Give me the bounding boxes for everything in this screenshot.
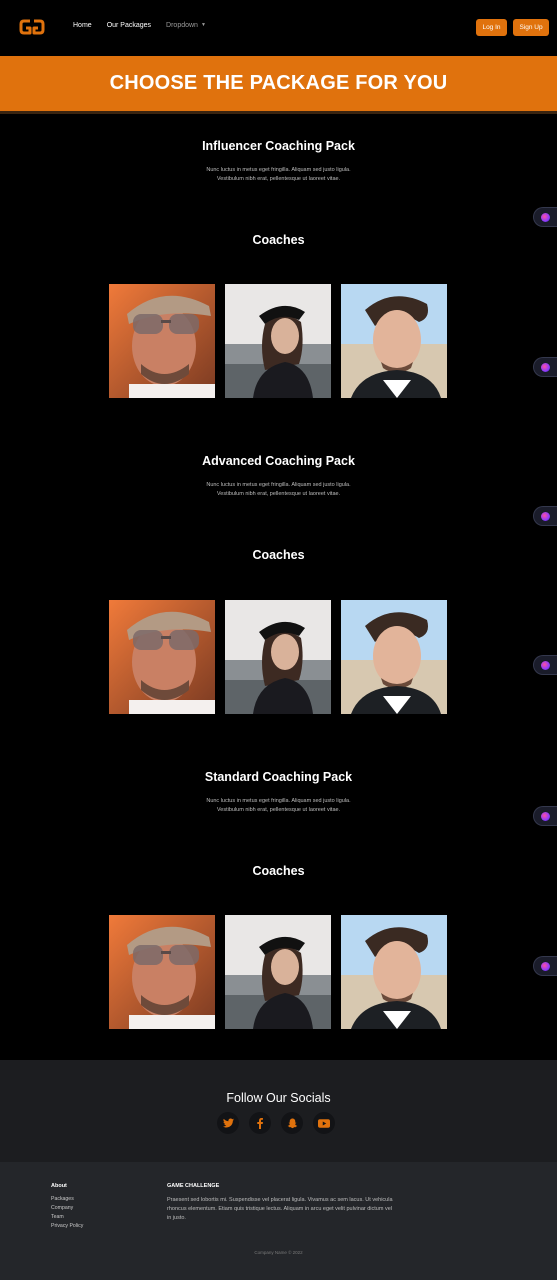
nav-links: Home Our Packages Dropdown ▼ (73, 22, 221, 29)
youtube-icon[interactable] (313, 1112, 335, 1134)
twitter-icon[interactable] (217, 1112, 239, 1134)
socials-section: Follow Our Socials (0, 1060, 557, 1162)
footer: About Packages Company Team Privacy Poli… (0, 1162, 557, 1280)
coach-photo-2 (225, 915, 331, 1029)
coach-photo-2 (225, 600, 331, 714)
footer-about-heading: About (51, 1183, 67, 1189)
navbar: Home Our Packages Dropdown ▼ Log In Sign … (0, 0, 557, 56)
chat-orb-icon (541, 660, 550, 670)
pack-section: Standard Coaching Pack Nunc luctus in me… (0, 770, 557, 815)
chat-widget-button[interactable] (533, 655, 557, 675)
coach-photo-1 (109, 600, 215, 714)
chat-orb-icon (541, 811, 550, 821)
facebook-icon[interactable] (249, 1112, 271, 1134)
pack-title: Standard Coaching Pack (204, 770, 353, 784)
pack-desc-line: Nunc luctus in metus eget fringilla. Ali… (206, 482, 351, 488)
chat-widget-button[interactable] (533, 207, 557, 227)
chat-widget-button[interactable] (533, 806, 557, 826)
coach-photo-row (109, 284, 447, 398)
pack-desc-line: Nunc luctus in metus eget fringilla. Ali… (206, 798, 351, 804)
signup-button[interactable]: Sign Up (513, 19, 549, 36)
chat-widget-button[interactable] (533, 357, 557, 377)
pack-desc-line: Vestibulum nibh erat, pellentesque ut la… (216, 491, 341, 497)
pack-section: Advanced Coaching Pack Nunc luctus in me… (0, 454, 557, 499)
coaches-heading: Coaches (252, 548, 305, 562)
login-button[interactable]: Log In (476, 19, 507, 36)
chat-orb-icon (541, 961, 550, 971)
chat-widget-button[interactable] (533, 956, 557, 976)
pack-desc-line: Vestibulum nibh erat, pellentesque ut la… (216, 176, 341, 182)
coach-photo-2 (225, 284, 331, 398)
footer-link-privacy[interactable]: Privacy Policy (51, 1223, 83, 1229)
hero-banner: CHOOSE THE PACKAGE FOR YOU (0, 56, 557, 114)
pack-description: Nunc luctus in metus eget fringilla. Ali… (0, 166, 557, 184)
chat-orb-icon (541, 362, 550, 372)
nav-dropdown-label: Dropdown (166, 22, 198, 29)
footer-brand-heading: GAME CHALLENGE (167, 1183, 220, 1189)
pack-desc-line: Vestibulum nibh erat, pellentesque ut la… (216, 807, 341, 813)
socials-title: Follow Our Socials (226, 1091, 331, 1105)
footer-link-company[interactable]: Company (51, 1205, 73, 1211)
logo-icon[interactable] (19, 17, 45, 37)
coach-photo-row (109, 915, 447, 1029)
pack-title: Influencer Coaching Pack (202, 139, 355, 153)
footer-brand-text: Praesent sed lobortis mi. Suspendisse ve… (167, 1197, 393, 1221)
pack-section: Influencer Coaching Pack Nunc luctus in … (0, 139, 557, 184)
banner-title: CHOOSE THE PACKAGE FOR YOU (109, 72, 448, 94)
chat-orb-icon (541, 212, 550, 222)
chat-widget-button[interactable] (533, 506, 557, 526)
copyright: Company Name © 2022 (254, 1250, 303, 1255)
chat-orb-icon (541, 511, 550, 521)
coaches-heading: Coaches (252, 864, 305, 878)
nav-dropdown[interactable]: Dropdown ▼ (166, 22, 206, 29)
pack-description: Nunc luctus in metus eget fringilla. Ali… (0, 481, 557, 499)
coach-photo-1 (109, 915, 215, 1029)
coach-photo-3 (341, 600, 447, 714)
coach-photo-3 (341, 915, 447, 1029)
nav-packages-link[interactable]: Our Packages (107, 22, 151, 29)
pack-desc-line: Nunc luctus in metus eget fringilla. Ali… (206, 167, 351, 173)
footer-link-packages[interactable]: Packages (51, 1196, 74, 1202)
coaches-heading: Coaches (252, 233, 305, 247)
snapchat-icon[interactable] (281, 1112, 303, 1134)
coach-photo-3 (341, 284, 447, 398)
chevron-down-icon: ▼ (200, 22, 206, 28)
pack-title: Advanced Coaching Pack (202, 454, 355, 468)
social-icons (217, 1112, 335, 1134)
pack-description: Nunc luctus in metus eget fringilla. Ali… (0, 797, 557, 815)
footer-link-team[interactable]: Team (51, 1214, 64, 1220)
coach-photo-1 (109, 284, 215, 398)
coach-photo-row (109, 600, 447, 714)
nav-home-link[interactable]: Home (73, 22, 92, 29)
